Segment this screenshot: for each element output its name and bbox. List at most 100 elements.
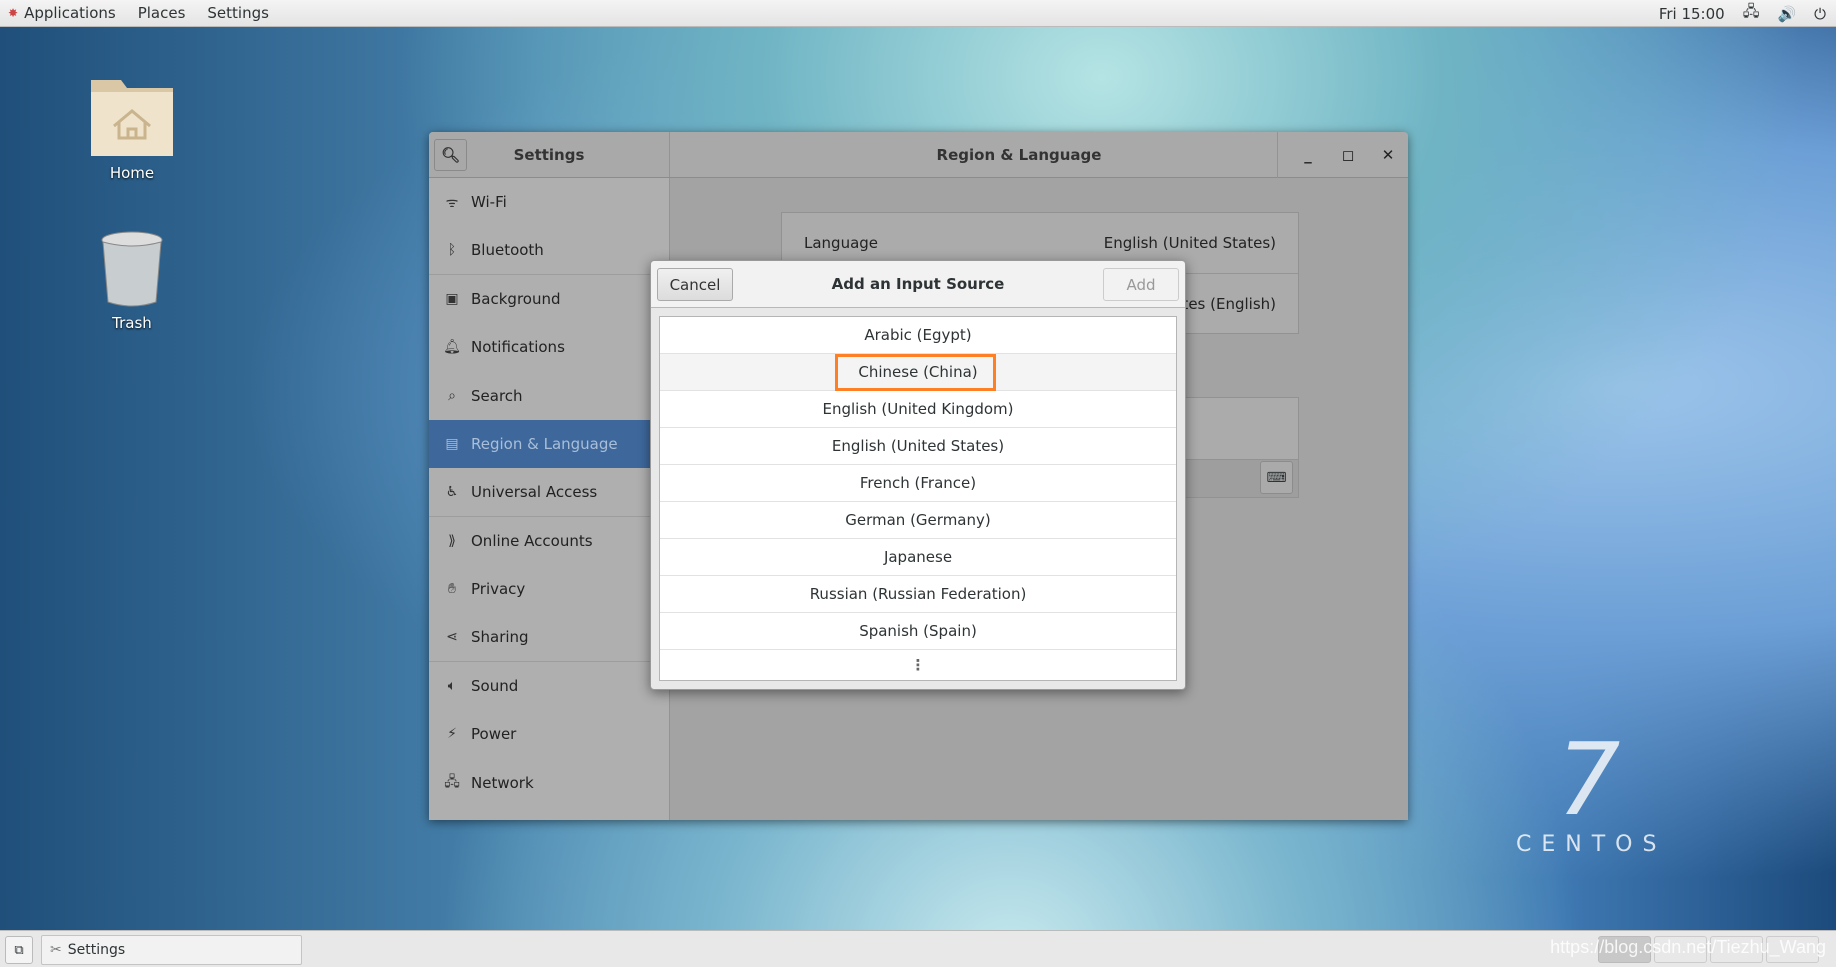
- settings-menu[interactable]: Settings: [207, 4, 269, 22]
- search-icon: ⌕: [448, 387, 456, 404]
- bluetooth-icon: ᛒ: [447, 242, 457, 259]
- sidebar-item-notifications[interactable]: 🔔︎ Notifications: [429, 323, 669, 371]
- panel-title: Region & Language: [936, 145, 1102, 164]
- desktop-home[interactable]: Home: [77, 74, 187, 182]
- list-item[interactable]: English (United Kingdom): [660, 391, 1176, 428]
- more-button[interactable]: ⋮: [660, 650, 1176, 680]
- sidebar-item-label: Power: [471, 725, 517, 744]
- window-header: 🔍︎ Settings Region & Language _ ◻ ✕: [429, 132, 1408, 178]
- list-item-label: Arabic (Egypt): [864, 326, 972, 344]
- bell-icon: 🔔︎: [443, 339, 461, 356]
- trash-icon: [101, 231, 163, 307]
- watermark: https://blog.csdn.net/Tiezhu_Wang: [1550, 937, 1826, 957]
- sidebar-item-network[interactable]: 🖧 Network: [429, 759, 669, 807]
- highlight-annotation: [835, 354, 996, 391]
- list-item-chinese-china[interactable]: Chinese (China): [660, 354, 1176, 391]
- home-folder-icon: [91, 80, 173, 156]
- sidebar-item-background[interactable]: ▣ Background: [429, 275, 669, 323]
- taskbar: ⧉ ✂ Settings https://blog.csdn.net/Tiezh…: [0, 930, 1836, 967]
- add-input-source-dialog: Cancel Add an Input Source Add Arabic (E…: [650, 260, 1186, 690]
- language-label: Language: [804, 234, 879, 252]
- share-icon: ⋖: [446, 629, 458, 646]
- language-value: English (United States): [1103, 234, 1276, 252]
- list-item-label: English (United States): [831, 437, 1005, 455]
- network-icon[interactable]: 🖧: [1743, 1, 1760, 26]
- list-item-label: German (Germany): [845, 511, 991, 529]
- sidebar-item-label: Background: [471, 289, 561, 308]
- more-vertical-icon: ⋮: [910, 656, 926, 674]
- sidebar-item-label: Region & Language: [471, 435, 618, 454]
- background-icon: ▣: [445, 290, 459, 307]
- sidebar-item-label: Bluetooth: [471, 241, 544, 260]
- power-icon[interactable]: ⏻: [1814, 5, 1826, 23]
- list-item-label: Spanish (Spain): [859, 622, 977, 640]
- list-item-label: Japanese: [883, 548, 953, 566]
- sidebar: ᯤ Wi-Fi ᛒ Bluetooth ▣ Background 🔔︎ Notifica…: [429, 178, 670, 820]
- list-item-label: French (France): [859, 474, 977, 492]
- network-icon: 🖧: [444, 773, 460, 790]
- volume-icon[interactable]: 🔊: [1777, 5, 1796, 23]
- sidebar-item-label: Privacy: [471, 580, 526, 599]
- hand-icon: ✋︎: [448, 581, 456, 598]
- workspace-icon: ⧉: [14, 942, 24, 958]
- add-button[interactable]: Add: [1103, 268, 1179, 301]
- sidebar-item-power[interactable]: ⚡︎ Power: [429, 710, 669, 758]
- list-item[interactable]: English (United States): [660, 428, 1176, 465]
- list-item[interactable]: Spanish (Spain): [660, 613, 1176, 650]
- minimize-button[interactable]: _: [1288, 132, 1328, 178]
- dialog-header: Cancel Add an Input Source Add: [651, 261, 1185, 308]
- sidebar-item-wifi[interactable]: ᯤ Wi-Fi: [429, 178, 669, 226]
- input-source-list: Arabic (Egypt) Chinese (China) English (…: [659, 316, 1177, 681]
- applications-menu[interactable]: Applications: [24, 4, 116, 22]
- trash-label: Trash: [112, 314, 152, 332]
- sidebar-item-label: Universal Access: [471, 483, 598, 502]
- wifi-icon: ᯤ: [445, 194, 459, 211]
- sidebar-item-region-language[interactable]: ▤ Region & Language: [429, 419, 669, 469]
- sidebar-item-label: Search: [471, 386, 523, 405]
- list-item-label: English (United Kingdom): [822, 400, 1014, 418]
- search-icon: 🔍︎: [440, 146, 461, 164]
- list-item-label: Russian (Russian Federation): [809, 585, 1027, 603]
- sidebar-item-privacy[interactable]: ✋︎ Privacy: [429, 565, 669, 613]
- region-icon: ▤: [445, 436, 459, 453]
- taskbar-window-label: Settings: [67, 942, 126, 958]
- places-menu[interactable]: Places: [138, 4, 186, 22]
- list-item[interactable]: French (France): [660, 465, 1176, 502]
- keyboard-settings-button[interactable]: ⌨: [1260, 461, 1293, 494]
- sidebar-item-label: Sound: [471, 677, 519, 696]
- sidebar-item-label: Notifications: [471, 338, 565, 357]
- show-desktop-button[interactable]: ⧉: [5, 936, 33, 964]
- sidebar-item-search[interactable]: ⌕ Search: [429, 372, 669, 420]
- list-item[interactable]: German (Germany): [660, 502, 1176, 539]
- sidebar-item-sharing[interactable]: ⋖ Sharing: [429, 614, 669, 662]
- sidebar-item-bluetooth[interactable]: ᛒ Bluetooth: [429, 226, 669, 275]
- sidebar-item-label: Network: [471, 773, 534, 792]
- taskbar-settings-window[interactable]: ✂ Settings: [41, 935, 302, 965]
- settings-tools-icon: ✂: [50, 942, 62, 958]
- power-plug-icon: ⚡︎: [447, 726, 457, 743]
- centos-name: CENTOS: [1516, 832, 1667, 857]
- list-item[interactable]: Arabic (Egypt): [660, 317, 1176, 354]
- list-item[interactable]: Japanese: [660, 539, 1176, 576]
- sidebar-item-sound[interactable]: 🔈︎ Sound: [429, 662, 669, 710]
- online-accounts-icon: ⟫: [448, 532, 456, 549]
- maximize-button[interactable]: ◻: [1328, 132, 1368, 178]
- close-button[interactable]: ✕: [1368, 132, 1408, 178]
- top-bar: ✸ Applications Places Settings Fri 15:00…: [0, 0, 1836, 27]
- accessibility-icon: ♿︎: [445, 484, 459, 501]
- centos-logo: 7 CENTOS: [1516, 730, 1667, 858]
- sidebar-item-label: Wi-Fi: [471, 193, 507, 212]
- clock[interactable]: Fri 15:00: [1659, 5, 1725, 23]
- sidebar-item-online-accounts[interactable]: ⟫ Online Accounts: [429, 517, 669, 565]
- list-item[interactable]: Russian (Russian Federation): [660, 576, 1176, 613]
- dialog-title: Add an Input Source: [831, 275, 1005, 293]
- cancel-button[interactable]: Cancel: [657, 268, 733, 301]
- settings-title: Settings: [513, 145, 585, 164]
- sidebar-item-universal-access[interactable]: ♿︎ Universal Access: [429, 468, 669, 517]
- home-label: Home: [109, 164, 155, 182]
- applications-icon: ✸: [8, 6, 19, 20]
- search-button[interactable]: 🔍︎: [434, 139, 467, 171]
- desktop-trash[interactable]: Trash: [77, 230, 187, 332]
- speaker-icon: 🔈︎: [447, 678, 457, 695]
- sidebar-item-label: Sharing: [471, 628, 529, 647]
